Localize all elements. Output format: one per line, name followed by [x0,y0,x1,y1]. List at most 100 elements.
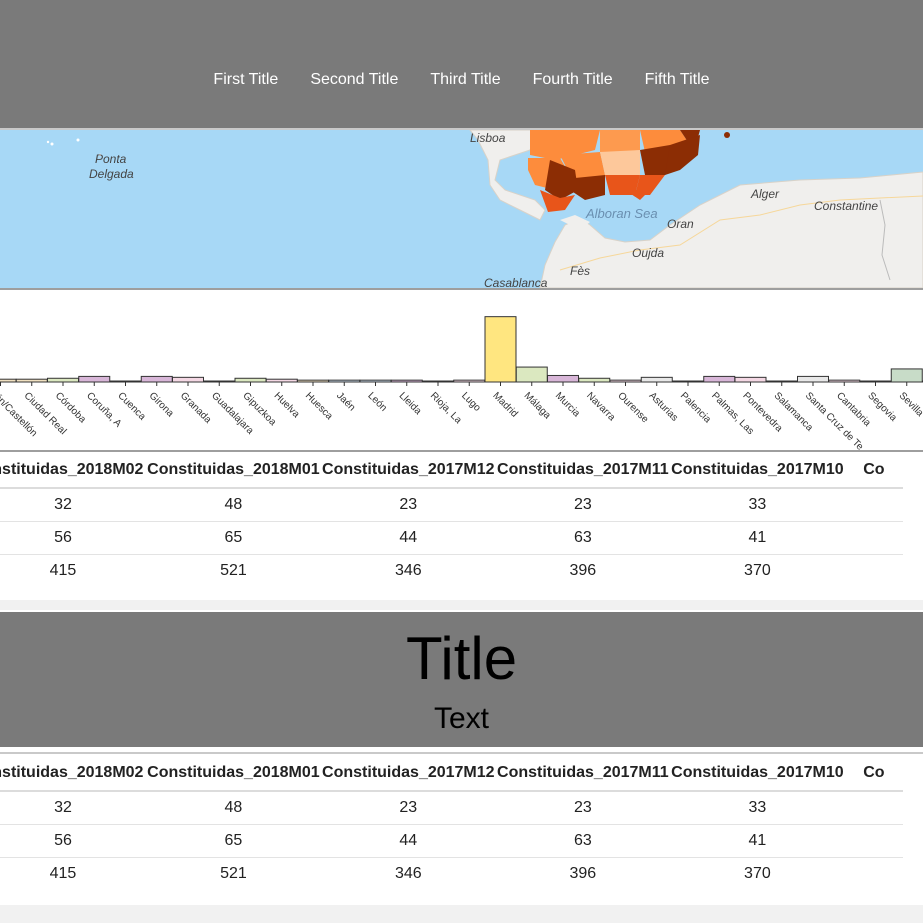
table-cell: 370 [744,864,771,882]
x-tick-label: Ourense [615,390,650,425]
bar-1[interactable] [0,378,17,383]
table-cell [845,857,903,890]
bar-24[interactable] [703,375,736,383]
bar-13[interactable] [359,379,392,383]
table-cell: 415 [49,864,77,882]
bar-14[interactable] [390,379,423,383]
x-tick-label: León [365,390,389,414]
bar-3[interactable] [47,377,79,383]
table-cell: 63 [495,824,670,858]
bar-9[interactable] [234,377,267,383]
bar-8[interactable] [203,380,236,383]
bar-7[interactable] [172,376,204,383]
bar-2[interactable] [15,378,48,383]
island-2 [50,142,54,146]
table-header-row: onstituidas_2018M02 Constituidas_2018M01… [0,452,903,489]
map-label-constantine: Constantine [814,199,878,213]
table-cell: 23 [320,488,496,522]
island-3 [46,140,50,144]
column-header[interactable]: Constituidas_2017M12 [320,452,496,489]
table-cell: 33 [669,791,845,825]
bar-11[interactable] [297,379,329,383]
nav-link-fourth[interactable]: Fourth Title [517,71,629,89]
table-cell [844,791,903,825]
island-1 [724,132,730,138]
bar-5[interactable] [109,380,142,383]
table-cell: 32 [0,488,146,522]
bar-19[interactable] [547,374,579,383]
section-gap [0,905,923,923]
nav-link-fifth[interactable]: Fifth Title [629,71,726,89]
bar-16[interactable] [453,379,486,383]
nav-link-second[interactable]: Second Title [294,71,414,89]
table-cell: 33 [669,488,845,522]
bar-18[interactable] [515,366,548,383]
province-k [570,175,605,200]
island-4 [76,138,80,142]
table-cell: 44 [320,521,496,555]
bar-chart: lón/Castellón Ciudad Real Córdoba Coruña, A… [0,290,923,450]
map-view[interactable]: Lisboa Ponta Delgada Alboran Sea Oran Al… [0,130,923,288]
table-row: 32 48 23 23 33 [0,791,903,825]
x-tick-label: Jaén [334,390,357,413]
map-canvas[interactable]: Lisboa Ponta Delgada Alboran Sea Oran Al… [0,130,923,288]
table-cell: 48 [145,488,321,522]
column-header[interactable]: Co [844,452,903,489]
bar-26[interactable] [765,380,798,383]
bar-4[interactable] [78,375,111,383]
bar-10[interactable] [265,378,298,383]
table-cell: 23 [495,488,670,522]
bar-20[interactable] [578,377,611,383]
table-cell: 44 [320,824,496,858]
column-header[interactable]: Co [844,755,903,792]
bar-29[interactable] [859,380,892,383]
column-header[interactable]: Constituidas_2018M01 [145,755,321,792]
map-label-alger: Alger [750,187,780,201]
x-tick-label: Málaga [522,390,553,421]
column-header[interactable]: Constituidas_2017M10 [669,452,845,489]
x-tick-label: Santa Cruz de Te [803,390,866,450]
bar-21[interactable] [609,379,642,383]
column-header[interactable]: onstituidas_2018M02 [0,755,146,792]
bar-15[interactable] [422,380,454,383]
column-header[interactable]: Constituidas_2017M12 [320,755,496,792]
table-cell: 396 [569,561,597,579]
data-table-2: onstituidas_2018M02 Constituidas_2018M01… [0,755,923,890]
nav-link-third[interactable]: Third Title [414,71,516,89]
table-header-row: onstituidas_2018M02 Constituidas_2018M01… [0,755,903,792]
hero-text: Text [433,702,490,735]
table-cell: 65 [145,521,321,555]
column-header[interactable]: Constituidas_2017M11 [495,755,670,792]
table-cell [844,824,903,858]
bar-6[interactable] [140,375,173,383]
x-tick-label: Girona [147,390,176,419]
bar-22[interactable] [640,376,673,383]
bar-28[interactable] [828,379,861,383]
table-row: 415 521 346 396 370 [0,554,903,587]
table-cell: 521 [220,561,247,579]
table-cell: 346 [394,561,422,579]
bar-30[interactable] [890,368,923,383]
table-cell: 23 [495,791,670,825]
bar-25[interactable] [734,376,767,383]
column-header[interactable]: Constituidas_2017M10 [669,755,845,792]
table-cell: 370 [744,561,771,579]
column-header[interactable]: onstituidas_2018M02 [0,452,146,489]
table-cell: 23 [320,791,496,825]
nav-link-first[interactable]: First Title [197,71,294,89]
x-tick-label: Huesca [303,390,335,422]
x-tick-label: Lugo [459,390,483,414]
x-tick-label: Navarra [584,390,617,423]
column-header[interactable]: Constituidas_2018M01 [145,452,321,489]
bar-12[interactable] [328,379,361,383]
bar-27[interactable] [797,375,829,383]
column-header[interactable]: Constituidas_2017M11 [495,452,670,489]
bar-23[interactable] [672,380,704,383]
table-row: 32 48 23 23 33 [0,488,903,522]
table-cell: 56 [0,521,146,555]
map-label-casablanca: Casablanca [484,276,548,288]
hero-title: Title [405,625,518,692]
bar-17[interactable] [484,316,517,383]
top-nav: First Title Second Title Third Title Fou… [0,0,923,128]
table-cell: 63 [495,521,670,555]
